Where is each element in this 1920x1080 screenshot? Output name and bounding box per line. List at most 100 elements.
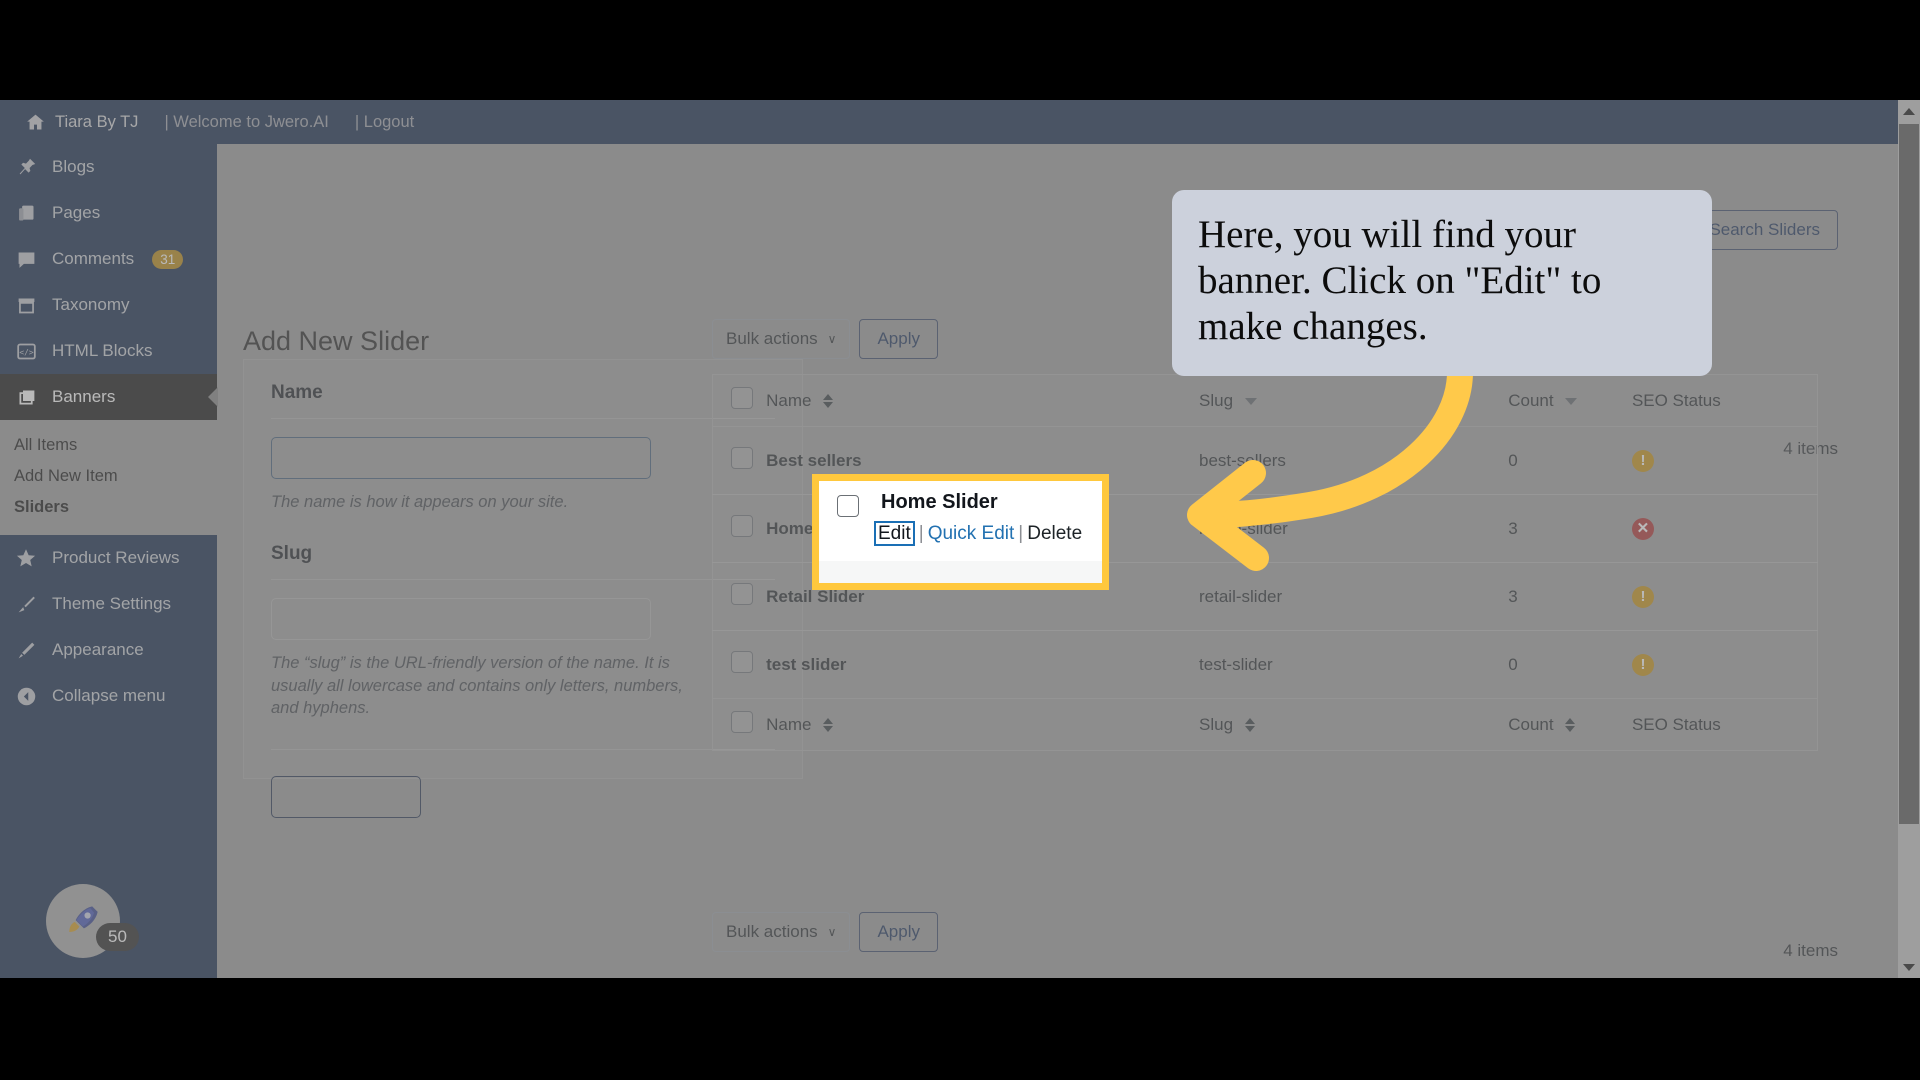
table-head: Name Slug Count SEO Status [712, 374, 1818, 427]
sidebar-item-product-reviews[interactable]: Product Reviews [0, 535, 217, 581]
row-checkbox[interactable] [731, 447, 753, 469]
bulk-actions-label: Bulk actions [726, 329, 818, 348]
sidebar-item-taxonomy[interactable]: Taxonomy [0, 282, 217, 328]
table-row[interactable]: Retail Slider retail-slider 3 ! [712, 562, 1818, 631]
bulk-actions-select-bottom[interactable]: Bulk actions ∨ [712, 912, 851, 952]
row-count: 3 [1508, 562, 1632, 631]
sort-arrows-icon [823, 718, 834, 733]
sidebar-item-collapse-menu[interactable]: Collapse menu [0, 673, 217, 719]
column-header-count[interactable]: Count [1508, 374, 1632, 427]
apply-button-top[interactable]: Apply [859, 319, 938, 359]
column-footer-slug[interactable]: Slug [1199, 698, 1509, 751]
sort-arrow-down-icon [1565, 397, 1578, 405]
row-name[interactable]: Home Slider [766, 494, 1200, 563]
content-area: Search Sliders Add New Slider Name The n… [217, 144, 1900, 978]
sidebar-item-theme-settings[interactable]: Theme Settings [0, 581, 217, 627]
table-row[interactable]: Best sellers best-sellers 0 ! [713, 427, 1818, 495]
items-count-bottom: 4 items [1783, 941, 1838, 960]
bulk-actions-select-top[interactable]: Bulk actions ∨ [712, 319, 851, 359]
submenu-item-sliders[interactable]: Sliders [0, 492, 217, 523]
search-sliders-button[interactable]: Search Sliders [1691, 210, 1838, 250]
row-checkbox-cell [712, 630, 767, 699]
letterbox-top [0, 0, 1920, 100]
sidebar-item-label: Comments [52, 249, 135, 268]
select-all-checkbox-top[interactable] [731, 387, 753, 409]
welcome-text: | Welcome to Jwero.AI [164, 112, 329, 131]
row-seo-status: ! [1631, 562, 1818, 631]
chevron-down-icon: ∨ [827, 332, 837, 346]
sidebar-item-banners[interactable]: Banners [0, 374, 218, 420]
submenu-item-add-new-item[interactable]: Add New Item [0, 461, 217, 492]
apply-button-bottom[interactable]: Apply [859, 912, 938, 952]
chevron-up-icon [1903, 107, 1915, 115]
sidebar-item-appearance[interactable]: Appearance [0, 627, 217, 673]
sliders-table: Name Slug Count SEO Status Best sellers … [712, 374, 1818, 751]
archive-icon [14, 293, 38, 317]
row-checkbox-cell [712, 494, 767, 563]
table-nav-top: Bulk actions ∨ Apply [712, 319, 938, 359]
site-home-link[interactable]: Tiara By TJ [12, 100, 151, 144]
column-label: Name [766, 714, 812, 734]
rocket-widget[interactable]: 50 [46, 884, 166, 964]
page-title: Add New Slider [243, 326, 430, 356]
select-all-header [712, 374, 767, 427]
column-header-seo-status: SEO Status [1631, 374, 1818, 427]
row-seo-status: ✕ [1631, 494, 1818, 563]
search-sliders-wrap: Search Sliders [1691, 210, 1838, 250]
column-label: Slug [1199, 390, 1234, 410]
name-help-text: The name is how it appears on your site. [271, 493, 569, 511]
scroll-down-button[interactable] [1898, 956, 1920, 978]
scroll-up-button[interactable] [1898, 100, 1920, 122]
table-footer-row: Name Slug Count SEO Status [712, 698, 1818, 751]
rocket-badge: 50 [96, 923, 139, 951]
vertical-scrollbar[interactable] [1898, 100, 1920, 978]
submenu-item-all-items[interactable]: All Items [0, 430, 217, 461]
divider [271, 749, 775, 751]
row-count: 0 [1508, 450, 1518, 470]
row-name[interactable]: test slider [766, 630, 1200, 699]
bulk-actions-label: Bulk actions [726, 922, 818, 941]
slug-input[interactable] [271, 598, 651, 641]
admin-bar: Tiara By TJ | Welcome to Jwero.AI | Logo… [0, 100, 1920, 144]
column-header-slug[interactable]: Slug [1199, 374, 1509, 427]
row-checkbox[interactable] [731, 583, 753, 605]
scrollbar-thumb[interactable] [1899, 124, 1919, 824]
seo-warning-icon: ! [1631, 585, 1654, 608]
sidebar-item-label: Pages [52, 203, 101, 222]
column-label: SEO Status [1631, 390, 1721, 410]
slug-help-text: The “slug” is the URL-friendly version o… [271, 654, 683, 717]
add-new-slider-submit-button[interactable] [271, 776, 421, 819]
row-checkbox[interactable] [731, 515, 753, 537]
sidebar-item-pages[interactable]: Pages [0, 190, 217, 236]
select-all-checkbox-bottom[interactable] [731, 711, 753, 733]
row-slug: test-slider [1199, 630, 1509, 699]
table-foot: Name Slug Count SEO Status [712, 698, 1818, 751]
active-pointer [208, 387, 218, 407]
row-count: 0 [1508, 630, 1632, 699]
select-all-footer [712, 698, 767, 751]
column-footer-count[interactable]: Count [1508, 698, 1632, 751]
logout-link[interactable]: | Logout [342, 100, 427, 144]
column-label: Count [1508, 714, 1554, 734]
pages-icon [14, 201, 38, 225]
name-input[interactable] [271, 437, 651, 479]
row-name[interactable]: Best sellers [766, 427, 1199, 495]
column-footer-seo-status: SEO Status [1631, 698, 1818, 751]
comments-count-badge: 31 [152, 249, 184, 269]
row-name[interactable]: Retail Slider [766, 562, 1200, 631]
column-footer-name[interactable]: Name [766, 698, 1200, 751]
sidebar-item-comments[interactable]: Comments 31 [0, 236, 217, 282]
sidebar-item-label: Product Reviews [52, 548, 180, 567]
sidebar-item-html-blocks[interactable]: </> HTML Blocks [0, 328, 217, 374]
row-seo-status: ! [1631, 427, 1818, 495]
row-checkbox-cell [713, 427, 767, 495]
row-checkbox[interactable] [731, 651, 753, 673]
seo-warning-icon: ! [1631, 449, 1654, 472]
column-header-name[interactable]: Name [766, 374, 1200, 427]
chevron-down-icon [1903, 963, 1915, 971]
divider [271, 579, 775, 581]
sidebar-item-label: Appearance [52, 640, 144, 659]
sidebar-item-blogs[interactable]: Blogs [0, 144, 217, 190]
table-row[interactable]: Home Slider home-slider 3 ✕ [712, 494, 1818, 563]
table-row[interactable]: test slider test-slider 0 ! [712, 630, 1818, 699]
